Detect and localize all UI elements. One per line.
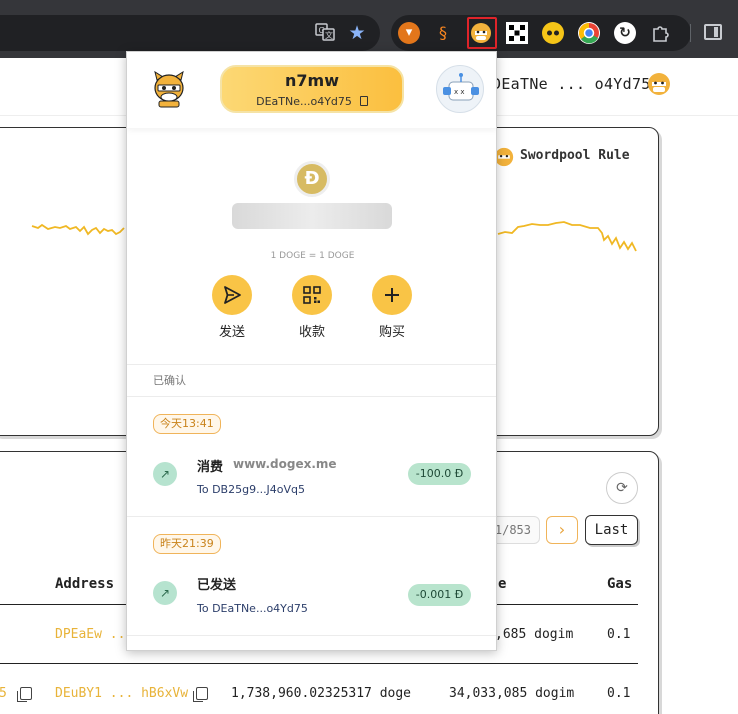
- header-address[interactable]: DEaTNe ... o4Yd75: [492, 75, 651, 93]
- face-extension-icon[interactable]: [542, 22, 564, 44]
- row2-amount: 1,738,960.02325317 doge: [231, 686, 412, 701]
- section-divider: [127, 396, 496, 397]
- row1-address[interactable]: DPEaEw ...: [55, 627, 133, 642]
- svg-text:x x: x x: [454, 88, 465, 96]
- puzzle-extensions-icon[interactable]: [650, 22, 672, 44]
- col-header-address: Address: [55, 576, 115, 592]
- doge-logo-icon: [647, 72, 671, 96]
- svg-text:文: 文: [325, 30, 333, 40]
- popup-header: n7mw DEaTNe...o4Yd75 x x: [127, 52, 496, 128]
- receive-action[interactable]: 收款: [282, 275, 342, 340]
- doge-wallet-logo-icon: [151, 70, 187, 108]
- translate-icon[interactable]: G文: [314, 22, 336, 44]
- row1-gas: 0.1: [607, 627, 631, 642]
- buy-action[interactable]: 购买: [362, 275, 422, 340]
- metamask-fox-icon[interactable]: ▾: [398, 22, 420, 44]
- row2-size: 34,033,085 dogim: [449, 686, 575, 701]
- swordpool-logo-icon: [494, 147, 514, 167]
- last-page-button[interactable]: Last: [585, 515, 638, 545]
- copy-icon[interactable]: [17, 687, 32, 702]
- next-page-button[interactable]: ›: [546, 516, 578, 544]
- send-icon[interactable]: [212, 275, 252, 315]
- row2-prefix[interactable]: 5: [0, 686, 7, 701]
- address-bar[interactable]: G文 ★: [0, 15, 380, 51]
- date-badge: 昨天21:39: [153, 534, 221, 554]
- row1-size: ,685 dogim: [495, 627, 574, 642]
- tx-title[interactable]: 已发送: [197, 574, 236, 593]
- row-divider: [0, 663, 638, 664]
- tx-amount: -100.0 Ð: [408, 463, 471, 485]
- col-header-gas: Gas: [607, 576, 633, 592]
- plus-icon[interactable]: [372, 275, 412, 315]
- row2-address[interactable]: DEuBY1 ... hB6xVw: [55, 686, 188, 701]
- copy-address-icon[interactable]: [359, 96, 368, 106]
- send-label: 发送: [218, 325, 245, 340]
- outgoing-arrow-icon: ↗: [153, 581, 177, 605]
- outgoing-arrow-icon: ↗: [153, 462, 177, 486]
- avatar[interactable]: x x: [436, 65, 484, 113]
- wallet-popup: n7mw DEaTNe...o4Yd75 x x Ð 1 DOGE = 1 DO…: [126, 51, 497, 651]
- balance-loading-skeleton: [232, 203, 392, 229]
- okx-extension-icon[interactable]: [506, 22, 528, 44]
- qr-code-icon[interactable]: [292, 275, 332, 315]
- account-switcher-button[interactable]: n7mw DEaTNe...o4Yd75: [220, 65, 404, 113]
- account-address: DEaTNe...o4Yd75: [256, 95, 352, 108]
- chart-line-left: [31, 223, 125, 236]
- card-title: Swordpool Rule: [520, 148, 630, 163]
- section-divider: [127, 364, 496, 365]
- copy-icon[interactable]: [193, 687, 208, 702]
- side-panel-icon[interactable]: [704, 24, 722, 40]
- tx-divider: [127, 635, 496, 636]
- refresh-button[interactable]: ⟳: [606, 472, 638, 504]
- toolbar-separator: [690, 24, 691, 42]
- swirl-extension-icon[interactable]: §: [432, 22, 454, 44]
- confirmed-section-label: 已确认: [153, 374, 186, 387]
- tx-recipient[interactable]: To DB25g9...J4oVq5: [197, 483, 305, 496]
- tx-site: www.dogex.me: [233, 457, 337, 471]
- bookmark-star-icon[interactable]: ★: [346, 22, 368, 44]
- buy-label: 购买: [378, 325, 405, 340]
- exchange-rate: 1 DOGE = 1 DOGE: [270, 251, 355, 261]
- dogecoin-icon: Ð: [294, 161, 330, 197]
- chrome-extension-icon[interactable]: [578, 22, 600, 44]
- chart-line-right: [497, 221, 637, 252]
- date-badge: 今天13:41: [153, 414, 221, 434]
- tx-recipient[interactable]: To DEaTNe...o4Yd75: [197, 602, 308, 615]
- send-action[interactable]: 发送: [202, 275, 262, 340]
- active-extension-highlight: [467, 17, 497, 49]
- browser-toolbar: G文 ★ ▾ § ↻: [0, 0, 738, 58]
- refresh-extension-icon[interactable]: ↻: [614, 22, 636, 44]
- col-header-size: e: [498, 576, 507, 592]
- tx-title[interactable]: 消费: [197, 456, 223, 475]
- account-name: n7mw: [285, 71, 339, 90]
- receive-label: 收款: [298, 325, 325, 340]
- row2-gas: 0.1: [607, 686, 631, 701]
- tx-divider: [127, 516, 496, 517]
- tx-amount: -0.001 Ð: [408, 584, 471, 606]
